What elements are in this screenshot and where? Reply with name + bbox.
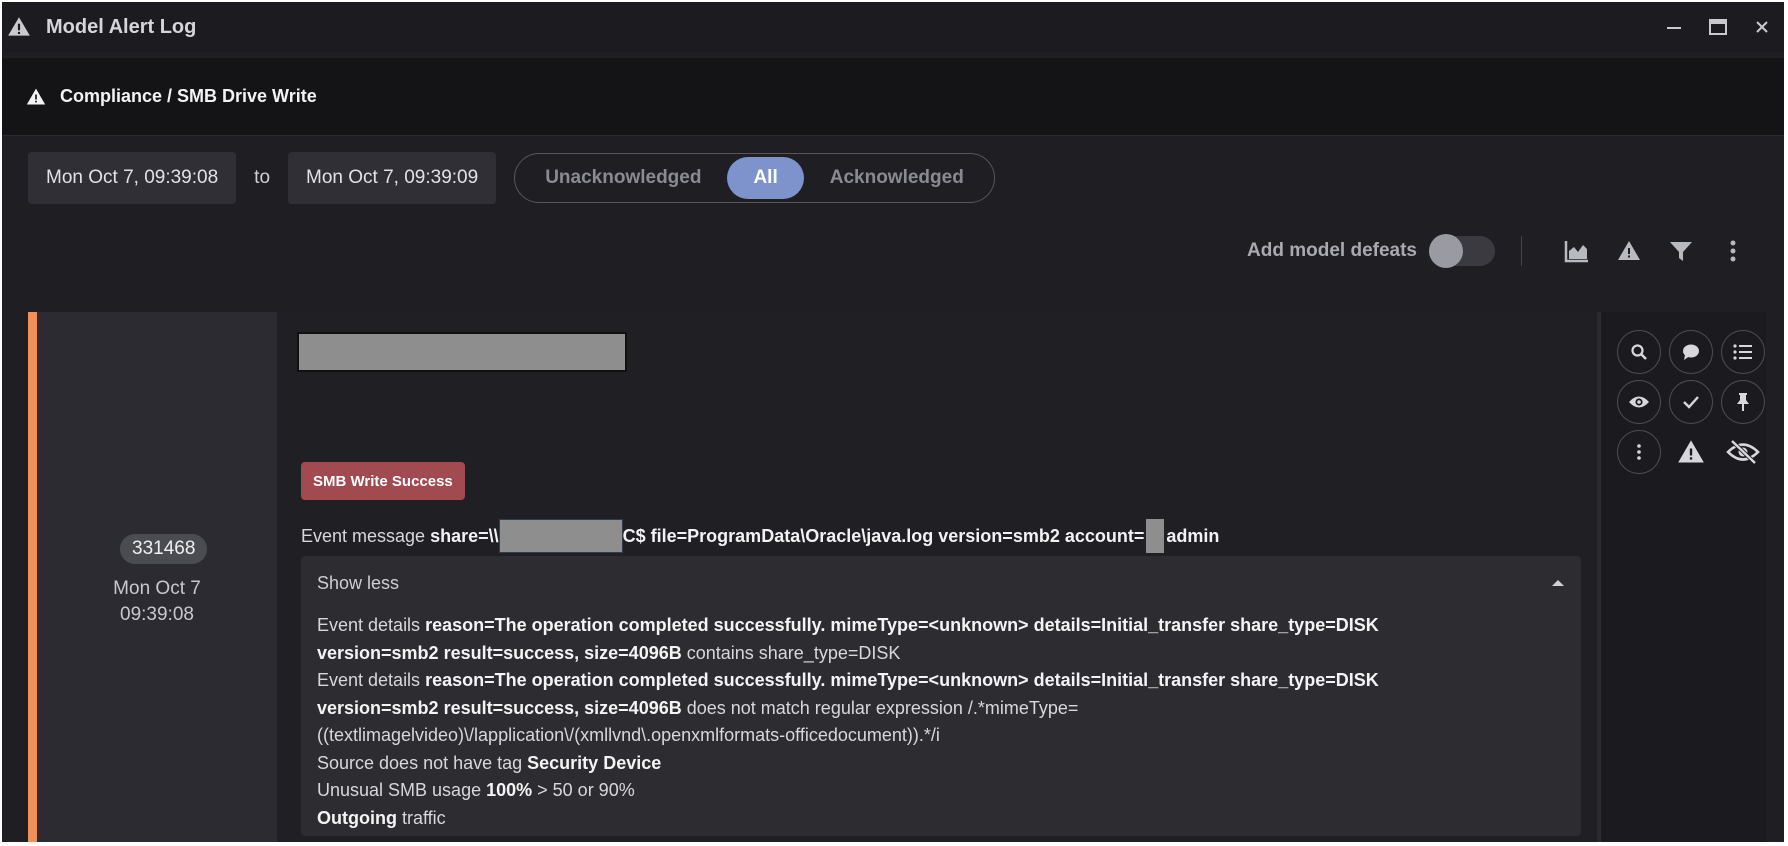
details-toggle[interactable]: Show less (317, 568, 1565, 598)
event-details-body: Event details reason=The operation compl… (317, 612, 1565, 832)
tab-unacknowledged[interactable]: Unacknowledged (519, 157, 727, 199)
alert-time: 09:39:08 (120, 604, 194, 625)
date-to-field[interactable]: Mon Oct 7, 09:39:09 (288, 152, 497, 204)
event-message: Event message share=\\ C$ file=ProgramDat… (301, 519, 1219, 553)
more-vertical-icon (1730, 240, 1736, 262)
chart-icon (1564, 241, 1588, 263)
date-range-separator: to (254, 167, 271, 188)
eye-icon (1629, 396, 1649, 408)
pin-button[interactable] (1721, 380, 1765, 424)
chart-button[interactable] (1560, 234, 1594, 268)
search-icon (1631, 344, 1647, 360)
toolbar: Add model defeats (1247, 234, 1750, 268)
date-from-field[interactable]: Mon Oct 7, 09:39:08 (28, 152, 237, 204)
event-detail-line: Event details reason=The operation compl… (317, 670, 1379, 690)
eye-off-icon (1726, 439, 1760, 465)
tab-acknowledged[interactable]: Acknowledged (804, 157, 990, 199)
acknowledge-button[interactable] (1669, 380, 1713, 424)
redacted-host (498, 519, 623, 553)
model-defeats-toggle[interactable] (1429, 234, 1495, 268)
warning-icon (1678, 440, 1704, 463)
toolbar-divider (1521, 236, 1522, 266)
model-defeats-label: Add model defeats (1247, 240, 1417, 261)
alerts-button[interactable] (1612, 234, 1646, 268)
toggle-knob (1429, 234, 1463, 268)
minimize-button[interactable] (1652, 2, 1696, 52)
event-badge: SMB Write Success (301, 462, 465, 500)
alert-id-badge: 331468 (120, 534, 208, 564)
warning-icon (1618, 241, 1640, 260)
filter-button[interactable] (1664, 234, 1698, 268)
alert-status-button[interactable] (1669, 430, 1713, 474)
window-title: Model Alert Log (46, 15, 197, 38)
redacted-device-name (297, 332, 627, 372)
filter-row: Mon Oct 7, 09:39:08 to Mon Oct 7, 09:39:… (28, 152, 995, 204)
source-tag-line: Source does not have tag Security Device (317, 752, 662, 773)
more-actions-button[interactable] (1617, 430, 1661, 474)
warning-icon (8, 17, 30, 36)
ack-filter-tabs: Unacknowledged All Acknowledged (514, 153, 995, 203)
event-message-account: admin (1166, 525, 1220, 546)
event-message-share: share=\\ (430, 525, 499, 546)
event-details-panel: Show less Event details reason=The opera… (301, 556, 1581, 836)
close-icon (1756, 21, 1768, 33)
redacted-account-domain (1146, 519, 1165, 553)
list-icon (1733, 344, 1752, 360)
model-title: Compliance / SMB Drive Write (60, 86, 317, 106)
traffic-line: Outgoing traffic (317, 807, 446, 828)
alert-meta: 331468 Mon Oct 7 09:39:08 (37, 312, 277, 842)
action-button-grid (1617, 330, 1771, 474)
window-controls (1652, 2, 1784, 52)
event-detail-line: version=smb2 result=success, size=4096B … (317, 642, 901, 663)
title-bar: Model Alert Log (2, 2, 1784, 52)
model-header: Compliance / SMB Drive Write (2, 58, 1784, 136)
chevron-up-icon (1552, 580, 1564, 586)
comment-icon (1683, 344, 1699, 360)
filter-icon (1670, 242, 1692, 261)
event-detail-line: version=smb2 result=success, size=4096B … (317, 697, 1079, 718)
watch-button[interactable] (1617, 380, 1661, 424)
event-message-label: Event message (301, 525, 426, 546)
smb-usage-line: Unusual SMB usage 100% > 50 or 90% (317, 780, 635, 800)
hide-alert-button[interactable] (1721, 430, 1765, 474)
details-toggle-label: Show less (317, 572, 400, 593)
event-detail-line: Event details reason=The operation compl… (317, 615, 1379, 635)
warning-icon (26, 88, 46, 104)
more-vertical-icon (1637, 444, 1641, 460)
alert-card[interactable]: 331468 Mon Oct 7 09:39:08 SMB Write Succ… (28, 312, 1766, 842)
details-list-button[interactable] (1721, 330, 1765, 374)
maximize-button[interactable] (1696, 2, 1740, 52)
close-button[interactable] (1740, 2, 1784, 52)
investigate-button[interactable] (1617, 330, 1661, 374)
severity-stripe (28, 312, 37, 842)
minimize-icon (1667, 27, 1681, 29)
maximize-icon (1709, 19, 1727, 35)
pin-icon (1737, 393, 1749, 411)
check-icon (1683, 396, 1699, 409)
alert-date: Mon Oct 7 (113, 578, 201, 599)
tab-all[interactable]: All (727, 157, 804, 199)
event-detail-line: ((textlimagelvideo)\/lapplication\/(xmll… (317, 725, 940, 745)
alert-log-window: Model Alert Log Compliance / SMB Drive W… (2, 2, 1784, 842)
comment-button[interactable] (1669, 330, 1713, 374)
more-options-button[interactable] (1716, 234, 1750, 268)
event-message-path: C$ file=ProgramData\Oracle\java.log vers… (622, 525, 1145, 546)
alert-actions (1600, 312, 1766, 842)
alert-content: SMB Write Success Event message share=\\… (277, 312, 1597, 842)
